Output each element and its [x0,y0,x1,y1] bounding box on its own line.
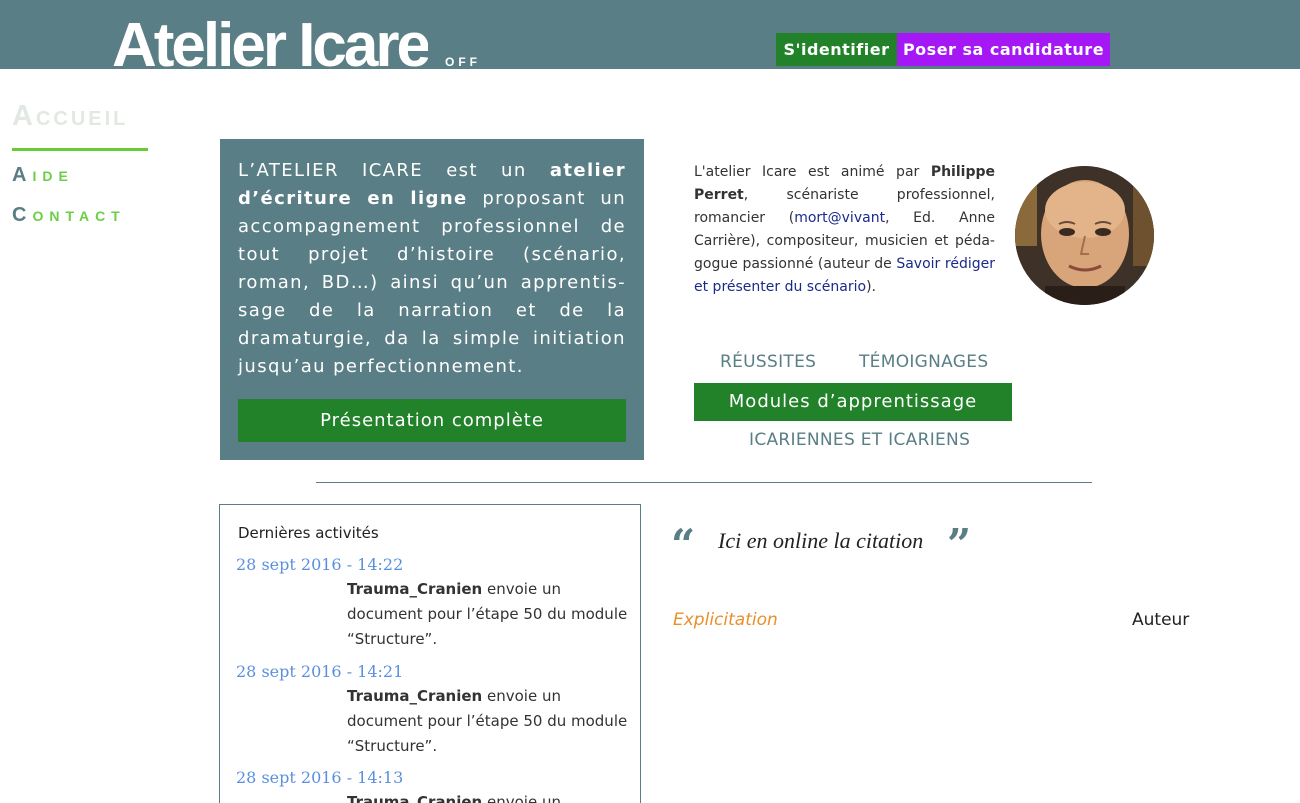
activity-text: Trauma_Cranien envoie un document pour l… [347,684,632,759]
login-button[interactable]: S'identifier [776,33,897,66]
activity-date: 28 sept 2016 - 14:22 [236,555,404,574]
logo-suffix: OFF [445,55,481,69]
book-link-mort-vivant[interactable]: mort@vivant [794,210,885,226]
activity-user[interactable]: Trauma_Cranien [347,793,482,803]
bio-text: L'atelier Icare est animé par Philippe P… [694,161,995,299]
bio-part: L'atelier Icare est animé par [694,164,931,180]
quote-close-mark: ” [947,520,972,569]
activity-text: Trauma_Cranien envoie un [347,790,632,803]
site-header: Atelier Icare OFF S'identifier Poser sa … [0,0,1300,69]
quote-text: Ici en online la citation [718,528,924,553]
full-presentation-button[interactable]: Présentation complète [238,399,626,442]
author-avatar [1015,166,1154,305]
presentation-text: L’ATELIER ICARE est un atelier d’écritur… [238,157,626,381]
presentation-panel: L’ATELIER ICARE est un atelier d’écritur… [220,139,644,460]
logo-text[interactable]: Atelier Icare [112,10,428,69]
link-temoignages[interactable]: TÉMOIGNAGES [859,352,988,372]
quote-explanation-link[interactable]: Explicitation [673,610,778,630]
link-icariens[interactable]: ICARIENNES ET ICARIENS [749,430,970,450]
author-portrait-image [1015,166,1154,305]
activity-panel: Dernières activités 28 sept 2016 - 14:22… [219,504,641,803]
activity-user[interactable]: Trauma_Cranien [347,687,482,705]
quote-author: Auteur [1132,610,1190,630]
nav-active-underline [12,148,148,151]
modules-button[interactable]: Modules d’apprentissage [694,383,1012,421]
link-reussites[interactable]: RÉUSSITES [720,352,816,372]
activity-date: 28 sept 2016 - 14:21 [236,662,404,681]
nav-item-accueil[interactable]: Accueil [12,100,128,133]
nav-item-contact[interactable]: Contact [12,204,126,227]
activity-title: Dernières activités [238,524,379,542]
nav-item-aide[interactable]: Aide [12,164,74,187]
quote-open-mark: “ [671,520,696,569]
activity-date: 28 sept 2016 - 14:13 [236,768,404,787]
bio-part: ). [866,279,876,295]
presentation-body: proposant un accompagnement professionne… [238,188,626,377]
presentation-intro: L’ATELIER ICARE est un [238,160,550,181]
activity-user[interactable]: Trauma_Cranien [347,580,482,598]
site-logo[interactable]: Atelier Icare [112,10,428,69]
apply-button[interactable]: Poser sa candidature [897,33,1110,66]
activity-text: Trauma_Cranien envoie un document pour l… [347,577,632,652]
activity-description: envoie un [482,793,561,803]
section-divider [316,482,1092,483]
